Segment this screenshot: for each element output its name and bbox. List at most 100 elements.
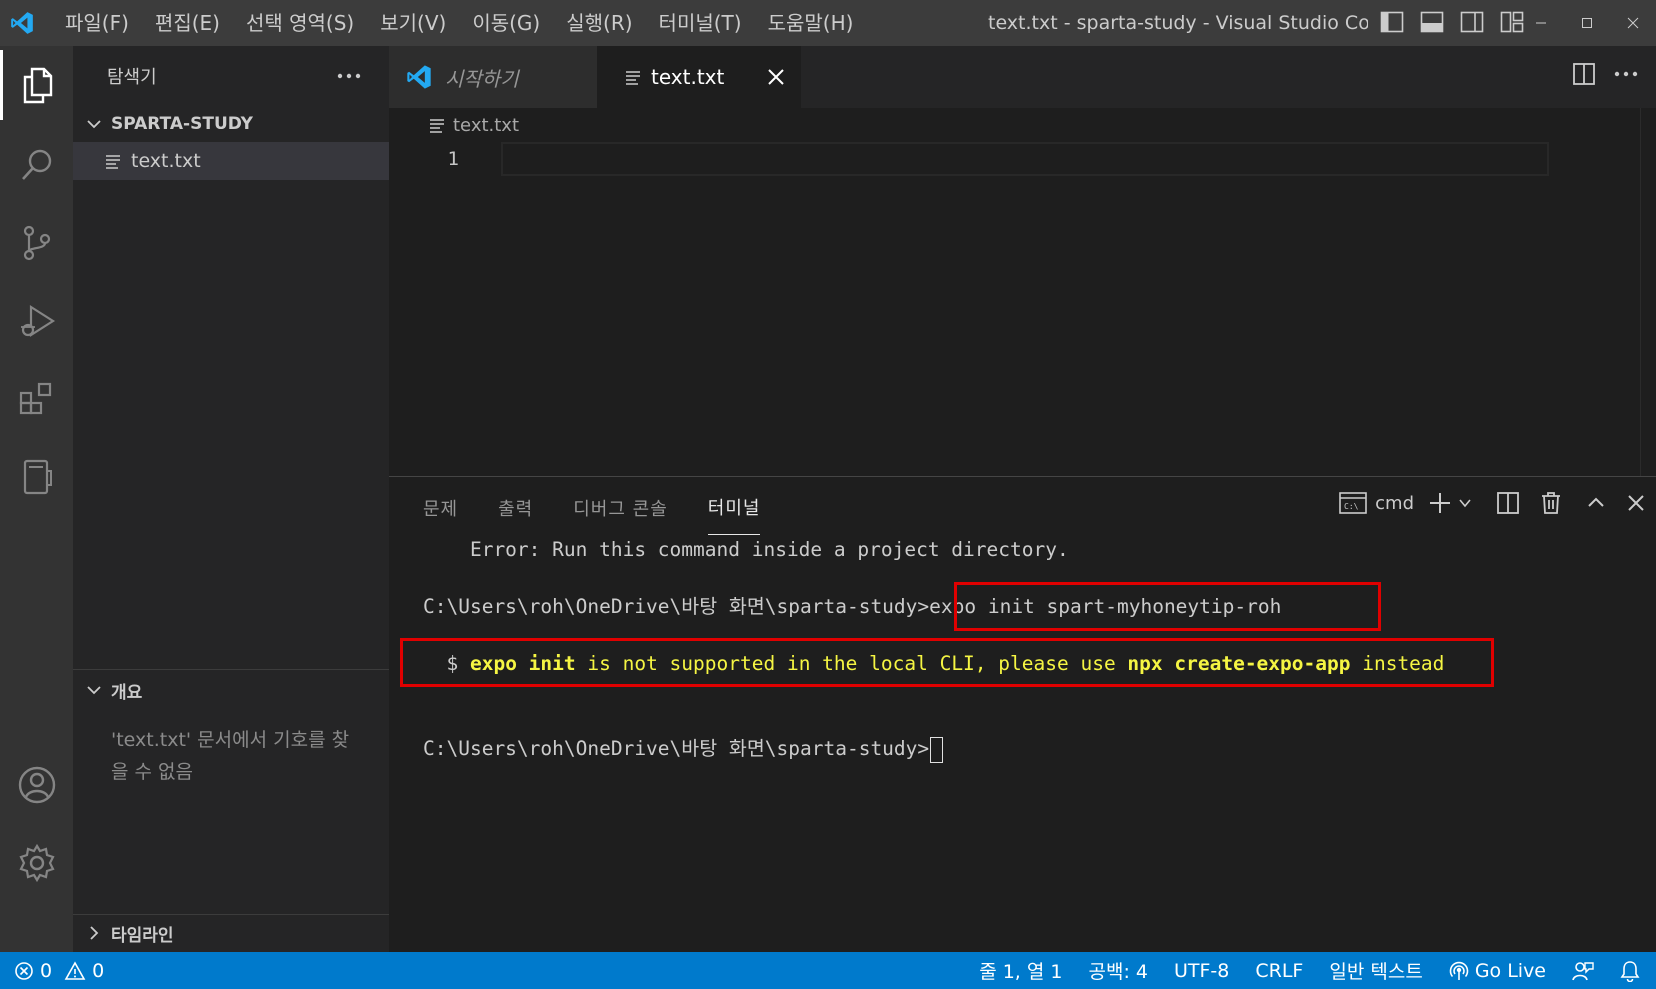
panel-actions: C:\ cmd: [1339, 491, 1646, 515]
terminal-prompt: C:\Users\roh\OneDrive\바탕 화면\sparta-study…: [423, 737, 930, 760]
editor-actions: [1572, 62, 1638, 86]
extensions-icon[interactable]: [0, 364, 73, 434]
menu-help[interactable]: 도움말(H): [755, 0, 867, 46]
tab-output[interactable]: 출력: [498, 495, 533, 535]
warning-count: 0: [92, 959, 105, 982]
menu-view[interactable]: 보기(V): [367, 0, 459, 46]
cursor-position[interactable]: 줄 1, 열 1: [966, 957, 1075, 984]
trash-icon[interactable]: [1540, 491, 1562, 515]
split-editor-icon[interactable]: [1572, 62, 1596, 86]
menu-file[interactable]: 파일(F): [52, 0, 142, 46]
line-number: 1: [447, 148, 459, 170]
run-debug-icon[interactable]: [0, 286, 73, 356]
menu-edit[interactable]: 편집(E): [142, 0, 233, 46]
highlight-box-warning: [400, 638, 1494, 687]
feedback-icon[interactable]: [1559, 960, 1607, 982]
layout-controls: [1378, 8, 1526, 36]
encoding[interactable]: UTF-8: [1161, 960, 1242, 982]
tab-debug-console[interactable]: 디버그 콘솔: [573, 495, 668, 535]
highlight-box-command: [954, 582, 1381, 631]
editor-scrollbar[interactable]: [1640, 108, 1656, 478]
menu-go[interactable]: 이동(G): [459, 0, 553, 46]
notifications-bell-icon[interactable]: [1607, 960, 1656, 982]
new-terminal-icon[interactable]: [1428, 491, 1452, 515]
menu-terminal[interactable]: 터미널(T): [646, 0, 755, 46]
vscode-logo-icon: [2, 0, 42, 46]
chevron-down-icon[interactable]: [1458, 496, 1472, 510]
timeline-title: 타임라인: [111, 925, 174, 946]
settings-gear-icon[interactable]: [0, 828, 73, 898]
breadcrumb[interactable]: text.txt: [389, 108, 1656, 142]
activity-bar: [0, 46, 73, 952]
tab-text-txt[interactable]: text.txt: [597, 46, 801, 108]
more-actions-icon[interactable]: [1614, 62, 1638, 86]
outline-section: 개요 'text.txt' 문서에서 기호를 찾을 수 없음: [73, 669, 389, 914]
indentation[interactable]: 공백: 4: [1075, 957, 1161, 984]
outline-title: 개요: [111, 682, 143, 703]
minimize-icon[interactable]: [1518, 0, 1564, 46]
close-panel-icon[interactable]: [1626, 493, 1646, 513]
close-window-icon[interactable]: [1610, 0, 1656, 46]
problems-status[interactable]: 0 0: [14, 952, 104, 989]
file-name: text.txt: [131, 150, 201, 172]
folder-name: SPARTA-STUDY: [111, 114, 253, 134]
chevron-right-icon: [83, 922, 105, 944]
bottom-panel: 문제 출력 디버그 콘솔 터미널 C:\ cmd Error: Run this…: [389, 476, 1656, 952]
sidebar-title: 탐색기: [107, 67, 157, 88]
tab-label: text.txt: [651, 65, 725, 89]
accounts-icon[interactable]: [0, 750, 73, 820]
terminal-line-prompt: C:\Users\roh\OneDrive\바탕 화면\sparta-study…: [423, 734, 944, 764]
more-actions-icon[interactable]: [337, 73, 361, 79]
search-icon[interactable]: [0, 130, 73, 200]
source-control-icon[interactable]: [0, 208, 73, 278]
tab-label: 시작하기: [445, 66, 519, 91]
explorer-sidebar: 탐색기 SPARTA-STUDY text.txt 개요 'text.txt' …: [73, 46, 389, 952]
split-terminal-icon[interactable]: [1496, 491, 1520, 515]
go-live-label: Go Live: [1474, 959, 1546, 982]
cmd-terminal-icon: C:\: [1339, 491, 1367, 515]
outline-header[interactable]: 개요: [73, 672, 389, 708]
folder-section-header[interactable]: SPARTA-STUDY: [73, 106, 389, 142]
timeline-section: 타임라인: [73, 914, 389, 952]
window-title: text.txt - sparta-study - Visual Studio …: [988, 12, 1368, 34]
sidebar-header: 탐색기: [73, 46, 389, 106]
broadcast-icon: [1449, 961, 1469, 981]
explorer-icon[interactable]: [0, 50, 73, 120]
terminal-cursor: [930, 736, 944, 763]
toggle-primary-sidebar-icon[interactable]: [1378, 8, 1406, 36]
outline-empty-message: 'text.txt' 문서에서 기호를 찾을 수 없음: [111, 729, 350, 783]
terminal-selector[interactable]: C:\ cmd: [1339, 491, 1414, 515]
maximize-icon[interactable]: [1564, 0, 1610, 46]
text-file-icon: [429, 117, 445, 133]
maximize-panel-icon[interactable]: [1586, 493, 1606, 513]
svg-text:C:\: C:\: [1344, 502, 1359, 511]
terminal-prompt: C:\Users\roh\OneDrive\바탕 화면\sparta-study…: [423, 595, 930, 618]
language-mode[interactable]: 일반 텍스트: [1316, 957, 1435, 984]
tab-terminal[interactable]: 터미널: [707, 494, 761, 535]
close-tab-icon[interactable]: [767, 68, 785, 86]
vscode-logo-icon: [405, 63, 433, 91]
status-bar: 0 0 줄 1, 열 1 공백: 4 UTF-8 CRLF 일반 텍스트 Go …: [0, 952, 1656, 989]
error-count: 0: [40, 959, 53, 982]
end-of-line[interactable]: CRLF: [1242, 960, 1316, 982]
tab-welcome[interactable]: 시작하기: [389, 46, 597, 108]
text-file-icon: [105, 153, 121, 169]
toggle-secondary-sidebar-icon[interactable]: [1458, 8, 1486, 36]
timeline-header[interactable]: 타임라인: [73, 915, 389, 951]
menu-bar: 파일(F) 편집(E) 선택 영역(S) 보기(V) 이동(G) 실행(R) 터…: [52, 0, 866, 46]
editor-line[interactable]: 1: [389, 142, 1549, 176]
go-live-button[interactable]: Go Live: [1436, 960, 1559, 982]
menu-run[interactable]: 실행(R): [553, 0, 645, 46]
remote-explorer-icon[interactable]: [0, 442, 73, 512]
menu-selection[interactable]: 선택 영역(S): [233, 0, 367, 46]
editor-area: 시작하기 text.txt text.txt 1: [389, 46, 1656, 478]
terminal-name: cmd: [1375, 492, 1414, 514]
breadcrumb-file: text.txt: [453, 114, 520, 136]
file-item-text-txt[interactable]: text.txt: [73, 142, 389, 180]
toggle-panel-icon[interactable]: [1418, 8, 1446, 36]
window-controls: [1518, 0, 1656, 46]
error-icon: [14, 961, 34, 981]
text-file-icon: [625, 69, 641, 85]
tab-problems[interactable]: 문제: [423, 495, 458, 535]
current-line-highlight: [501, 142, 1549, 176]
